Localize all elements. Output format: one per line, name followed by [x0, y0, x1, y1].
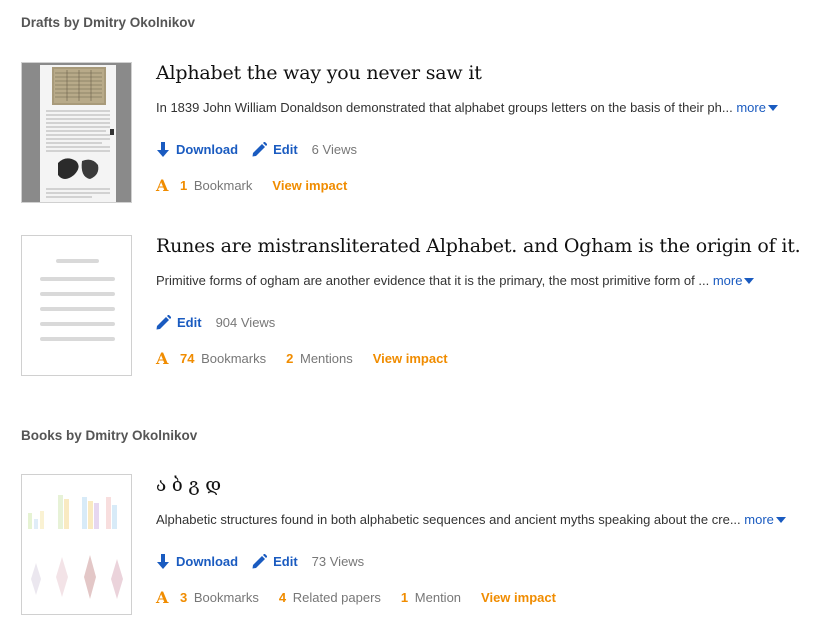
placeholder-document-icon [22, 236, 131, 375]
draft-summary: Primitive forms of ogham are another evi… [156, 273, 755, 288]
download-arrow-icon [157, 554, 169, 569]
bookmarks-label: Bookmark [193, 178, 253, 193]
caret-down-icon [767, 104, 778, 111]
draft-stats: A 1 Bookmark View impact [156, 176, 347, 195]
bookmarks-count: 3 [180, 590, 188, 605]
more-link[interactable]: more [713, 273, 755, 288]
draft-summary-text: Primitive forms of ogham are another evi… [156, 273, 710, 288]
drafts-section-heading: Drafts by Dmitry Okolnikov [21, 15, 196, 30]
draft-item: Runes are mistransliterated Alphabet. an… [21, 235, 801, 405]
download-label: Download [176, 142, 239, 157]
bookmarks-stat[interactable]: 1 Bookmark [180, 178, 252, 193]
draft-stats: A 74 Bookmarks 2 Mentions View impact [156, 349, 448, 368]
more-link[interactable]: more [736, 100, 778, 115]
mentions-stat[interactable]: 2 Mentions [286, 351, 353, 366]
more-label: more [712, 273, 743, 288]
views-count: 6 Views [311, 142, 357, 157]
edit-label: Edit [273, 142, 298, 157]
edit-label: Edit [273, 554, 298, 569]
edit-button[interactable]: Edit [252, 142, 298, 157]
book-stats: A 3 Bookmarks 4 Related papers 1 Mention… [156, 588, 556, 607]
academia-a-icon: A [156, 349, 169, 368]
draft-item: Alphabet the way you never saw it In 183… [21, 62, 801, 232]
book-preview-image [22, 475, 131, 614]
edit-label: Edit [177, 315, 202, 330]
book-title[interactable]: ა ბ გ დ [156, 474, 221, 496]
book-item: ა ბ გ დ Alphabetic structures found in b… [21, 474, 801, 625]
download-label: Download [176, 554, 239, 569]
pencil-icon [252, 554, 268, 569]
view-impact-link[interactable]: View impact [272, 178, 347, 193]
more-label: more [736, 100, 766, 115]
draft-title[interactable]: Alphabet the way you never saw it [156, 62, 482, 84]
more-label: more [744, 512, 774, 527]
academia-a-icon: A [156, 176, 169, 195]
bookmarks-label: Bookmarks [201, 351, 267, 366]
mentions-stat[interactable]: 1 Mention [401, 590, 461, 605]
mentions-label: Mentions [299, 351, 353, 366]
mentions-label: Mention [414, 590, 462, 605]
document-preview-image [22, 63, 131, 202]
download-button[interactable]: Download [156, 554, 238, 569]
caret-down-icon [775, 516, 786, 523]
mentions-count: 1 [400, 590, 409, 605]
related-papers-stat[interactable]: 4 Related papers [279, 590, 381, 605]
bookmarks-count: 74 [180, 351, 195, 366]
pencil-icon [252, 142, 268, 157]
view-impact-link[interactable]: View impact [481, 590, 556, 605]
draft-summary: In 1839 John William Donaldson demonstra… [156, 100, 778, 115]
book-summary-text: Alphabetic structures found in both alph… [156, 512, 741, 527]
book-thumbnail[interactable] [21, 474, 132, 615]
bookmarks-stat[interactable]: 74 Bookmarks [180, 351, 266, 366]
related-count: 4 [278, 590, 287, 605]
bookmarks-stat[interactable]: 3 Bookmarks [180, 590, 259, 605]
more-link[interactable]: more [744, 512, 786, 527]
books-section-heading: Books by Dmitry Okolnikov [21, 428, 198, 443]
download-arrow-icon [157, 142, 169, 157]
draft-summary-text: In 1839 John William Donaldson demonstra… [156, 100, 733, 115]
book-actions: Download Edit 73 Views [156, 554, 364, 569]
caret-down-icon [744, 277, 755, 284]
related-label: Related papers [292, 590, 381, 605]
draft-thumbnail[interactable] [21, 62, 132, 203]
draft-actions: Edit 904 Views [156, 315, 275, 330]
view-impact-link[interactable]: View impact [373, 351, 448, 366]
bookmarks-label: Bookmarks [193, 590, 259, 605]
draft-thumbnail[interactable] [21, 235, 132, 376]
edit-button[interactable]: Edit [156, 315, 202, 330]
draft-title[interactable]: Runes are mistransliterated Alphabet. an… [156, 235, 801, 257]
views-count: 73 Views [311, 554, 365, 569]
academia-a-icon: A [156, 588, 169, 607]
mentions-count: 2 [286, 351, 294, 366]
book-summary: Alphabetic structures found in both alph… [156, 512, 786, 527]
draft-actions: Download Edit 6 Views [156, 142, 357, 157]
views-count: 904 Views [215, 315, 276, 330]
bookmarks-count: 1 [180, 178, 188, 193]
download-button[interactable]: Download [156, 142, 238, 157]
pencil-icon [156, 315, 171, 330]
edit-button[interactable]: Edit [252, 554, 298, 569]
